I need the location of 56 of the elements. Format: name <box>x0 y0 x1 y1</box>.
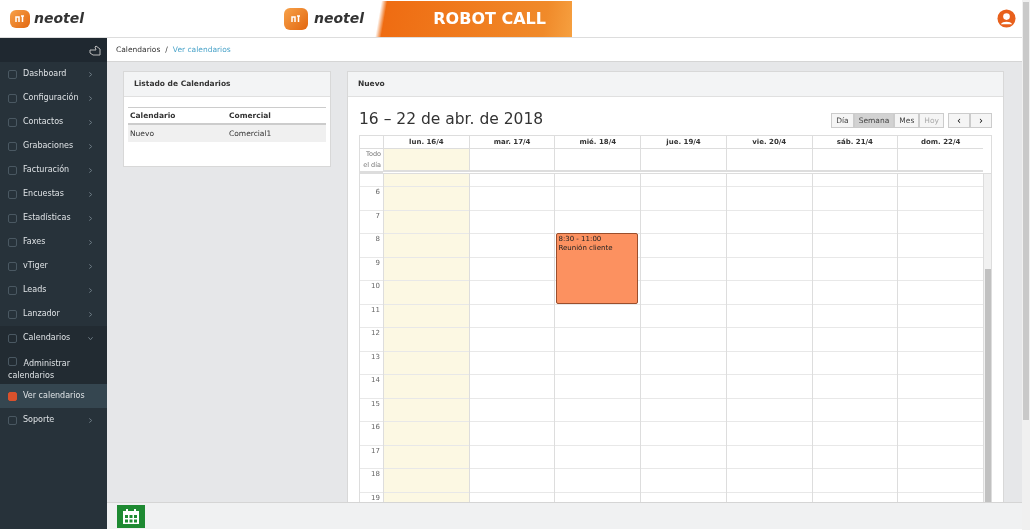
chevron-right-icon <box>88 417 93 423</box>
menu-item-icon <box>8 93 17 103</box>
sidebar-item[interactable]: Faxes <box>0 230 107 254</box>
sidebar-item[interactable]: Estadísticas <box>0 206 107 230</box>
menu-item-icon <box>8 165 17 175</box>
menu-item-icon <box>8 261 17 271</box>
chevron-right-icon <box>88 263 93 269</box>
chevron-right-icon <box>88 119 93 125</box>
menu-item-icon <box>8 285 17 295</box>
calendar-icon <box>122 507 140 525</box>
sidebar-item[interactable]: vTiger <box>0 254 107 278</box>
menu-item-icon <box>8 415 17 425</box>
menu-item-icon <box>8 237 17 247</box>
menu-item-icon <box>8 356 17 366</box>
calendar-scrollbar[interactable] <box>983 174 991 502</box>
banner-brand-name: neotel <box>314 9 365 28</box>
chevron-right-icon <box>88 95 93 101</box>
sidebar-item[interactable]: Configuración <box>0 86 107 110</box>
sidebar-item[interactable]: Lanzador <box>0 302 107 326</box>
neotel-logo-icon <box>284 7 308 30</box>
chevron-right-icon <box>88 143 93 149</box>
chevron-right-icon <box>88 167 93 173</box>
chevron-right-icon <box>88 287 93 293</box>
chevron-right-icon <box>88 71 93 77</box>
neotel-logo-icon <box>10 9 30 28</box>
brand-name: neotel <box>34 9 85 28</box>
sidebar-item[interactable]: Dashboard <box>0 62 107 86</box>
sidebar-item[interactable]: Contactos <box>0 110 107 134</box>
sidebar-item[interactable]: Encuestas <box>0 182 107 206</box>
menu-item-icon <box>8 333 17 343</box>
chevron-down-icon <box>88 335 93 341</box>
user-avatar-icon[interactable] <box>997 9 1016 28</box>
sidebar-subitem[interactable]: Administrar calendarios <box>0 350 107 384</box>
menu-item-icon <box>8 391 17 401</box>
date-range-title: 16 – 22 de abr. de 2018 <box>359 109 544 131</box>
menu-item-icon <box>8 69 17 79</box>
banner-title: ROBOT CALL <box>433 7 546 30</box>
sidebar-item[interactable]: Soporte <box>0 408 107 432</box>
sidebar-item[interactable]: Grabaciones <box>0 134 107 158</box>
sidebar-item[interactable]: Facturación <box>0 158 107 182</box>
chevron-right-icon <box>88 191 93 197</box>
window-scrollbar[interactable] <box>1022 0 1030 530</box>
menu-item-icon <box>8 117 17 127</box>
next-button[interactable]: › <box>970 112 992 128</box>
sidebar-item[interactable]: Leads <box>0 278 107 302</box>
chevron-right-icon <box>88 215 93 221</box>
menu-item-icon <box>8 213 17 223</box>
previous-button[interactable]: ‹ <box>948 112 970 128</box>
chevron-right-icon <box>88 239 93 245</box>
menu-item-icon <box>8 141 17 151</box>
chevron-right-icon <box>88 311 93 317</box>
sidebar-subitem[interactable]: Ver calendarios <box>0 384 107 408</box>
menu-item-icon <box>8 189 17 199</box>
menu-item-icon <box>8 309 17 319</box>
sidebar-item[interactable]: Calendarios <box>0 326 107 350</box>
calendar-button[interactable] <box>117 504 145 528</box>
